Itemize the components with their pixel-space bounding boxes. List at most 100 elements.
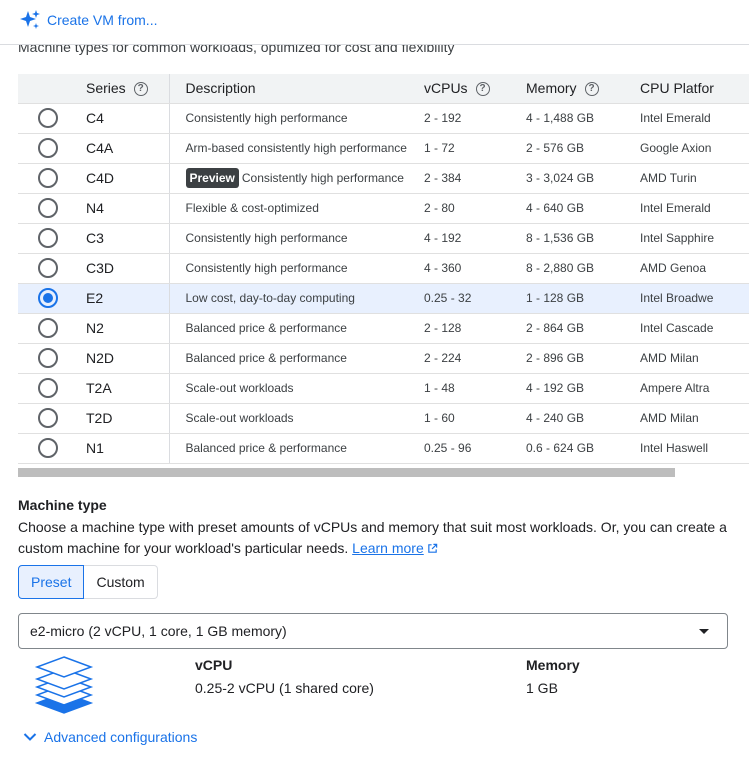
table-row[interactable]: N1 Balanced price & performance 0.25 - 96 0…	[18, 433, 749, 464]
series-cell: C4A	[78, 133, 169, 164]
row-radio-cell	[18, 343, 78, 374]
table-header-row: Series? Description vCPUs? Memory? CPU P…	[18, 74, 749, 104]
table-row[interactable]: N2D Balanced price & performance 2 - 224 2 …	[18, 343, 749, 374]
table-row[interactable]: N2 Balanced price & performance 2 - 128 2 -…	[18, 313, 749, 344]
memory-cell: 2 - 576 GB	[526, 133, 640, 164]
description-cell: Preview Consistently high performance	[168, 163, 424, 194]
cpu-platform-cell: AMD Milan	[640, 403, 749, 434]
vcpus-cell: 2 - 80	[424, 193, 526, 224]
series-radio-button[interactable]	[38, 288, 58, 308]
row-radio-cell	[18, 403, 78, 434]
create-vm-from-button[interactable]: Create VM from...	[47, 12, 157, 28]
row-radio-cell	[18, 253, 78, 284]
table-row[interactable]: C4 Consistently high performance 2 - 192 4 …	[18, 103, 749, 134]
series-radio-button[interactable]	[38, 408, 58, 428]
cpu-platform-cell: Intel Broadwe	[640, 283, 749, 314]
series-radio-button[interactable]	[38, 348, 58, 368]
description-cell: Scale-out workloads	[168, 373, 424, 404]
series-radio-button[interactable]	[38, 138, 58, 158]
row-radio-cell	[18, 193, 78, 224]
table-row[interactable]: C4D Preview Consistently high performance 2…	[18, 163, 749, 194]
row-radio-cell	[18, 163, 78, 194]
memory-cell: 4 - 640 GB	[526, 193, 640, 224]
machine-series-table: Series? Description vCPUs? Memory? CPU P…	[18, 74, 749, 478]
memory-cell: 4 - 192 GB	[526, 373, 640, 404]
memory-cell: 4 - 240 GB	[526, 403, 640, 434]
description-text: Balanced price & performance	[185, 321, 347, 335]
vcpus-cell: 0.25 - 96	[424, 433, 526, 464]
series-cell: C3D	[78, 253, 169, 284]
vcpus-column-header: vCPUs?	[424, 74, 526, 104]
series-cell: T2A	[78, 373, 169, 404]
description-cell: Flexible & cost-optimized	[168, 193, 424, 224]
help-icon[interactable]: ?	[133, 82, 148, 97]
row-radio-cell	[18, 103, 78, 134]
series-radio-button[interactable]	[38, 378, 58, 398]
help-icon[interactable]: ?	[584, 82, 599, 97]
cpu-platform-header-label: CPU Platfor	[640, 80, 714, 97]
vcpus-cell: 0.25 - 32	[424, 283, 526, 314]
memory-value: 1 GB	[526, 680, 558, 696]
layers-icon	[34, 656, 94, 714]
machine-type-mode-toggle: Preset Custom	[18, 565, 158, 599]
series-cell: N2	[78, 313, 169, 344]
vcpus-cell: 2 - 192	[424, 103, 526, 134]
horizontal-scrollbar[interactable]	[18, 468, 675, 477]
sparkle-icon	[20, 10, 40, 29]
series-radio-button[interactable]	[38, 108, 58, 128]
series-cell: C4D	[78, 163, 169, 194]
memory-cell: 0.6 - 624 GB	[526, 433, 640, 464]
vcpus-cell: 1 - 72	[424, 133, 526, 164]
table-row[interactable]: N4 Flexible & cost-optimized 2 - 80 4 - 640…	[18, 193, 749, 224]
description-text: Arm-based consistently high performance	[185, 141, 407, 155]
table-row[interactable]: E2 Low cost, day-to-day computing 0.25 - 3…	[18, 283, 749, 314]
memory-cell: 1 - 128 GB	[526, 283, 640, 314]
series-cell: C4	[78, 103, 169, 134]
row-radio-cell	[18, 283, 78, 314]
description-text: Flexible & cost-optimized	[185, 201, 319, 215]
memory-cell: 4 - 1,488 GB	[526, 103, 640, 134]
description-cell: Consistently high performance	[168, 223, 424, 254]
learn-more-link[interactable]: Learn more	[352, 540, 438, 556]
table-row[interactable]: C3D Consistently high performance 4 - 360 8…	[18, 253, 749, 284]
table-row[interactable]: C4A Arm-based consistently high performan…	[18, 133, 749, 164]
machine-type-select[interactable]: e2-micro (2 vCPU, 1 core, 1 GB memory)	[18, 613, 728, 649]
memory-header-label: Memory	[526, 80, 577, 97]
series-cell: N2D	[78, 343, 169, 374]
cpu-platform-cell: AMD Turin	[640, 163, 749, 194]
table-row[interactable]: T2D Scale-out workloads 1 - 60 4 - 240 GB AM…	[18, 403, 749, 434]
series-radio-button[interactable]	[38, 258, 58, 278]
table-row[interactable]: T2A Scale-out workloads 1 - 48 4 - 192 GB Am…	[18, 373, 749, 404]
series-radio-button[interactable]	[38, 228, 58, 248]
series-cell: T2D	[78, 403, 169, 434]
series-radio-button[interactable]	[38, 168, 58, 188]
memory-cell: 2 - 864 GB	[526, 313, 640, 344]
custom-tab[interactable]: Custom	[84, 565, 158, 599]
vcpus-cell: 4 - 360	[424, 253, 526, 284]
series-radio-button[interactable]	[38, 198, 58, 218]
help-icon[interactable]: ?	[475, 82, 490, 97]
cpu-platform-cell: Ampere Altra	[640, 373, 749, 404]
cpu-platform-cell: Intel Emerald	[640, 193, 749, 224]
row-radio-cell	[18, 223, 78, 254]
series-cell: C3	[78, 223, 169, 254]
table-row[interactable]: C3 Consistently high performance 4 - 192 8 …	[18, 223, 749, 254]
row-radio-cell	[18, 433, 78, 464]
cpu-platform-cell: Intel Cascade	[640, 313, 749, 344]
external-link-icon	[427, 543, 437, 553]
description-cell: Scale-out workloads	[168, 403, 424, 434]
description-cell: Balanced price & performance	[168, 343, 424, 374]
advanced-configurations-toggle[interactable]: Advanced configurations	[22, 729, 197, 745]
row-radio-cell	[18, 133, 78, 164]
series-radio-button[interactable]	[38, 438, 58, 458]
description-header-label: Description	[185, 80, 256, 97]
description-text: Low cost, day-to-day computing	[185, 291, 355, 305]
cpu-platform-cell: Intel Emerald	[640, 103, 749, 134]
description-text: Consistently high performance	[185, 231, 348, 245]
memory-cell: 3 - 3,024 GB	[526, 163, 640, 194]
vcpu-value: 0.25-2 vCPU (1 shared core)	[195, 680, 374, 696]
series-radio-button[interactable]	[38, 318, 58, 338]
preset-tab[interactable]: Preset	[18, 565, 85, 599]
vcpus-header-label: vCPUs	[424, 80, 468, 97]
vcpus-cell: 2 - 384	[424, 163, 526, 194]
